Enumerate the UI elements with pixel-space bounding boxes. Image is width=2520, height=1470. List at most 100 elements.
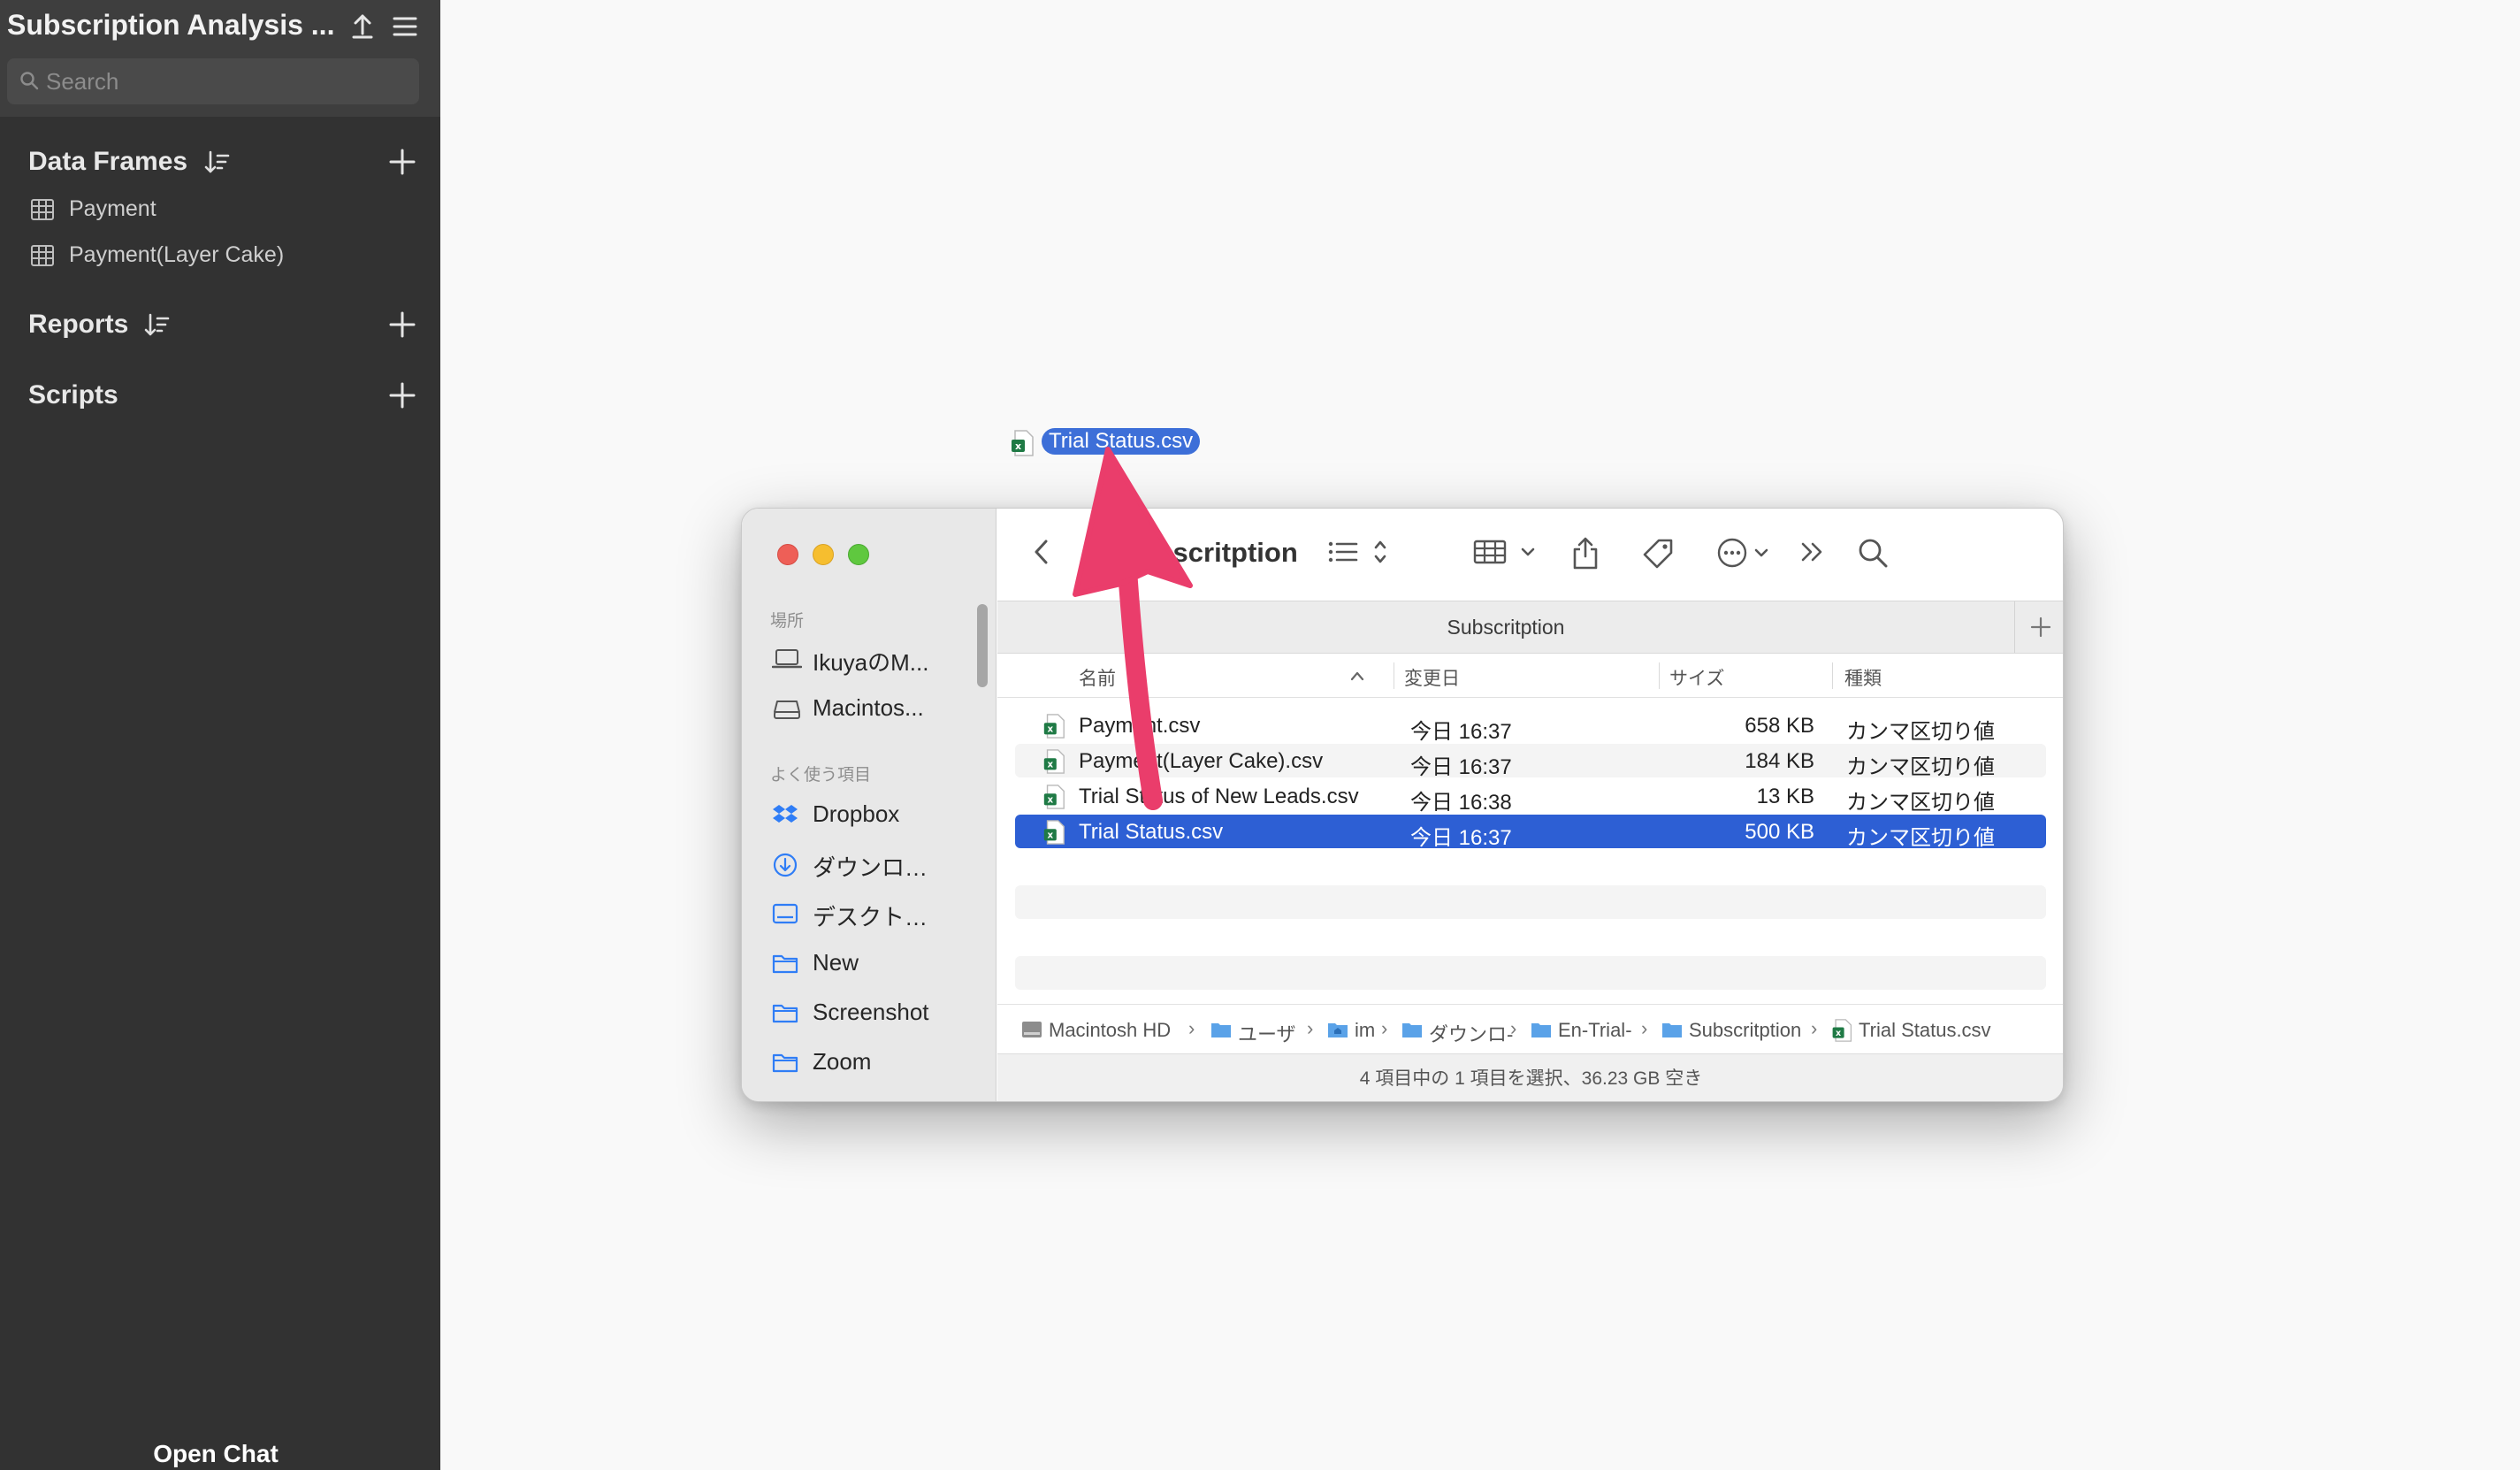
file-kind: カンマ区切り値 xyxy=(1846,755,1995,779)
sidebar-item-downloads[interactable]: ダウンロ… xyxy=(772,846,984,882)
sidebar-item-computer[interactable]: IkuyaのM... xyxy=(772,641,984,677)
back-icon[interactable] xyxy=(1031,537,1052,567)
more-actions-icon[interactable] xyxy=(1717,537,1774,570)
file-name: Trial Status.csv xyxy=(1079,820,1224,844)
file-row[interactable]: x Payment(Layer Cake).csv 今日 16:37 184 K… xyxy=(1015,744,2046,779)
sidebar-item-folder-zoom[interactable]: Zoom xyxy=(772,1045,984,1080)
file-row[interactable]: x Trial Status of New Leads.csv 今日 16:38… xyxy=(1015,779,2046,815)
path-segment[interactable]: im xyxy=(1326,1017,1388,1044)
sidebar-item-desktop[interactable]: デスクト… xyxy=(772,896,984,931)
tag-icon[interactable] xyxy=(1641,537,1675,570)
data-frames-heading[interactable]: Data Frames xyxy=(28,147,187,177)
scripts-heading[interactable]: Scripts xyxy=(28,380,118,410)
sidebar-item-folder-screenshot[interactable]: Screenshot xyxy=(772,995,984,1030)
open-chat-button[interactable]: Open Chat xyxy=(0,1440,431,1468)
path-segment[interactable]: x Trial Status.csv xyxy=(1830,1017,2025,1044)
file-row-selected[interactable]: x Trial Status.csv 今日 16:37 500 KB カンマ区切… xyxy=(1015,815,2046,850)
column-name-header[interactable]: 名前 xyxy=(1079,664,1116,691)
sort-icon[interactable] xyxy=(143,311,172,340)
csv-file-icon: x xyxy=(1832,1019,1852,1042)
path-separator: › xyxy=(1510,1017,1517,1039)
folder-icon xyxy=(772,1004,798,1023)
sort-ascending-icon[interactable] xyxy=(1349,670,1365,682)
path-separator: › xyxy=(1307,1017,1314,1039)
file-row[interactable]: x Payment.csv 今日 16:37 658 KB カンマ区切り値 xyxy=(1015,708,2046,744)
column-divider[interactable] xyxy=(1832,662,1833,689)
menu-icon[interactable] xyxy=(389,11,421,42)
path-separator: › xyxy=(1188,1017,1195,1039)
new-tab-button[interactable] xyxy=(2014,601,2063,653)
upload-icon[interactable] xyxy=(347,11,378,42)
path-segment[interactable]: Subscritption xyxy=(1661,1017,1816,1044)
status-bar: 4 項目中の 1 項目を選択、36.23 GB 空き xyxy=(997,1053,2063,1101)
file-size: 500 KB xyxy=(1745,820,1814,844)
project-title[interactable]: Subscription Analysis ... xyxy=(7,9,336,42)
chevron-double-right-icon[interactable] xyxy=(1798,537,1827,567)
sidebar-group-favorites: よく使う項目 xyxy=(770,766,872,785)
column-size-header[interactable]: サイズ xyxy=(1669,664,1724,691)
empty-row xyxy=(1015,885,2046,919)
table-icon xyxy=(31,199,54,220)
add-report-icon[interactable] xyxy=(387,310,417,340)
sidebar-item-label: Payment(Layer Cake) xyxy=(69,242,285,267)
column-kind-header[interactable]: 種類 xyxy=(1844,664,1882,691)
svg-text:x: x xyxy=(1836,1029,1841,1038)
add-script-icon[interactable] xyxy=(387,380,417,410)
svg-text:x: x xyxy=(1047,760,1053,770)
tab-subscritption[interactable]: Subscritption xyxy=(997,616,2014,639)
sidebar-item-label: Macintos... xyxy=(813,694,924,721)
desktop-icon xyxy=(772,903,798,924)
sidebar-item-label: Payment xyxy=(69,196,157,221)
path-segment[interactable]: Macintosh HD xyxy=(1020,1017,1188,1044)
csv-file-icon: x xyxy=(1012,430,1034,456)
path-segment-label: En-Trial- xyxy=(1558,1019,1632,1041)
path-segment[interactable]: ユーザ xyxy=(1210,1017,1307,1045)
sidebar-item-folder-new[interactable]: New xyxy=(772,946,984,981)
path-separator: › xyxy=(1641,1017,1648,1039)
list-view-icon[interactable] xyxy=(1326,537,1390,567)
sort-icon[interactable] xyxy=(203,149,232,177)
sidebar-item-data-frame[interactable]: Payment(Layer Cake) xyxy=(30,239,419,274)
sidebar-item-label: デスクト… xyxy=(813,904,928,930)
sidebar-item-data-frame[interactable]: Payment xyxy=(30,193,419,228)
download-icon xyxy=(773,853,798,877)
file-name: Payment.csv xyxy=(1079,714,1201,738)
file-size: 13 KB xyxy=(1756,785,1814,808)
path-bar: Macintosh HD › ユーザ › im › ダウンロ- › En-Tri… xyxy=(997,1004,2063,1053)
path-segment-label: Macintosh HD xyxy=(1049,1019,1172,1041)
svg-text:x: x xyxy=(1047,831,1053,841)
finder-sidebar: 場所 IkuyaのM... Macintos... よく使う項目 Dropbox xyxy=(742,509,997,1101)
path-segment[interactable]: En-Trial- xyxy=(1530,1017,1641,1044)
search-icon[interactable] xyxy=(1857,537,1889,569)
laptop-icon xyxy=(772,649,802,669)
folder-icon xyxy=(772,954,798,974)
reports-heading[interactable]: Reports xyxy=(28,310,128,340)
home-folder-icon xyxy=(1328,1023,1348,1037)
sidebar-item-macintosh-hd[interactable]: Macintos... xyxy=(772,691,984,726)
search-input[interactable]: Search xyxy=(7,58,419,104)
drag-filename: Trial Status.csv xyxy=(1042,428,1201,455)
csv-file-icon: x xyxy=(1043,785,1065,809)
svg-text:x: x xyxy=(1047,724,1053,735)
sidebar-item-dropbox[interactable]: Dropbox xyxy=(772,797,984,832)
close-window-button[interactable] xyxy=(777,544,798,565)
sidebar-scrollbar[interactable] xyxy=(977,604,988,687)
folder-icon xyxy=(1531,1023,1551,1037)
add-data-frame-icon[interactable] xyxy=(387,147,417,177)
finder-window[interactable]: 場所 IkuyaのM... Macintos... よく使う項目 Dropbox xyxy=(741,508,2064,1102)
tab-bar: Subscritption xyxy=(997,601,2063,654)
sidebar-header: Subscription Analysis ... Search xyxy=(0,0,440,117)
folder-icon xyxy=(1402,1023,1422,1037)
minimize-window-button[interactable] xyxy=(813,544,834,565)
file-name: Payment(Layer Cake).csv xyxy=(1079,749,1324,773)
csv-file-icon: x xyxy=(1043,749,1065,774)
zoom-window-button[interactable] xyxy=(848,544,869,565)
column-header: 名前 変更日 サイズ 種類 xyxy=(997,654,2063,698)
column-divider[interactable] xyxy=(1659,662,1660,689)
share-icon[interactable] xyxy=(1570,537,1600,570)
path-segment-label: Subscritption xyxy=(1689,1019,1802,1041)
column-date-header[interactable]: 変更日 xyxy=(1404,664,1460,691)
file-name: Trial Status of New Leads.csv xyxy=(1079,785,1359,808)
group-view-icon[interactable] xyxy=(1473,537,1540,567)
path-segment[interactable]: ダウンロ- xyxy=(1401,1017,1513,1045)
